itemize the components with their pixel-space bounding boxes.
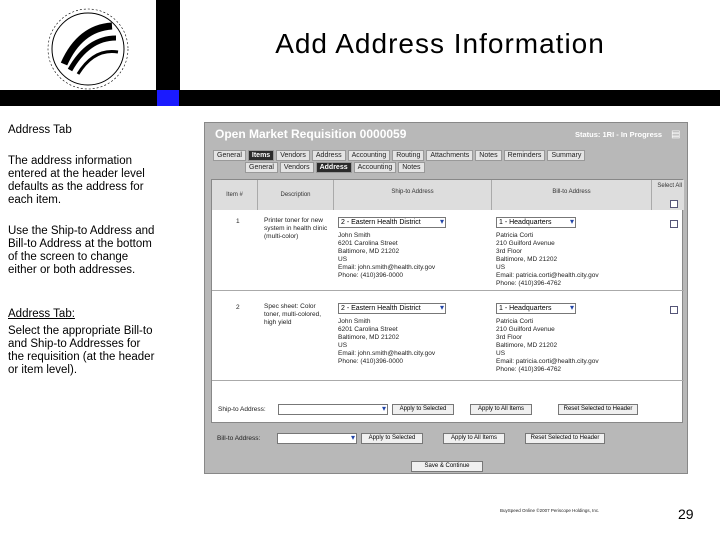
tab-accounting[interactable]: Accounting: [347, 150, 391, 161]
address-line: Baltimore, MD 21202: [496, 342, 558, 349]
col-ship-to: Ship-to Address: [334, 180, 492, 210]
footer-copyright: BuySpeed Online ©2007 Periscope Holdings…: [500, 508, 600, 513]
bill-reset-button[interactable]: Reset Selected to Header: [525, 433, 605, 444]
tab-reminders[interactable]: Reminders: [503, 150, 546, 161]
save-continue-button[interactable]: Save & Continue: [411, 461, 483, 472]
address-line: 210 Guilford Avenue: [496, 326, 555, 333]
address-line: Email: patricia.corti@health.city.gov: [496, 358, 599, 365]
ship-to-label: Ship-to Address:: [218, 406, 266, 413]
accent-square: [157, 90, 179, 106]
document-icon[interactable]: ▤: [671, 129, 680, 140]
col-item: Item #: [212, 180, 258, 210]
address-line: US: [338, 256, 348, 263]
address-line: US: [496, 350, 506, 357]
window-title: Open Market Requisition 0000059: [215, 127, 407, 141]
row-2-item: 2: [236, 304, 240, 311]
row-2-select-checkbox[interactable]: [670, 306, 678, 314]
select-all-checkbox[interactable]: [670, 200, 678, 208]
row-1-ship-select[interactable]: 2 - Eastern Health District: [338, 217, 446, 228]
address-line: John Smith: [338, 318, 371, 325]
ship-reset-button[interactable]: Reset Selected to Header: [558, 404, 638, 415]
address-line: 6201 Carolina Street: [338, 326, 398, 333]
row-1-bill-select[interactable]: 1 - Headquarters: [496, 217, 576, 228]
row-1-bill-address: Patricia Corti 210 Guilford Avenue 3rd Flo…: [496, 232, 650, 288]
address-line: 3rd Floor: [496, 248, 523, 255]
tab-address[interactable]: Address: [311, 150, 346, 161]
subtab-address[interactable]: Address: [315, 162, 352, 173]
address-line: Baltimore, MD 21202: [338, 334, 400, 341]
row-2-bill-select[interactable]: 1 - Headquarters: [496, 303, 576, 314]
address-line: 6201 Carolina Street: [338, 240, 398, 247]
sidebar-para-2: Use the Ship-to Address and Bill-to Addr…: [8, 225, 155, 276]
col-description: Description: [258, 180, 334, 210]
address-panel: Item # Description Ship-to Address Bill-…: [211, 179, 684, 423]
address-line: Phone: (410)396-4762: [496, 366, 562, 373]
address-line: Phone: (410)396-0000: [338, 358, 404, 365]
address-line: US: [338, 342, 348, 349]
address-line: US: [496, 264, 506, 271]
address-line: Email: patricia.corti@health.city.gov: [496, 272, 599, 279]
footer-divider: [212, 380, 684, 381]
address-line: 3rd Floor: [496, 334, 523, 341]
tab-items[interactable]: Items: [247, 150, 275, 161]
ship-apply-selected-button[interactable]: Apply to Selected: [392, 404, 454, 415]
address-line: Email: john.smith@health.city.gov: [338, 350, 436, 357]
main-tabs: General Items Vendors Address Accounting Rout…: [213, 150, 586, 161]
ship-apply-all-button[interactable]: Apply to All Items: [470, 404, 532, 415]
sub-tabs: General Vendors Address Accounting Notes: [245, 162, 425, 173]
bill-to-select[interactable]: [277, 433, 357, 444]
address-line: Patricia Corti: [496, 318, 534, 325]
row-1-item: 1: [236, 218, 240, 225]
address-line: Patricia Corti: [496, 232, 534, 239]
bill-apply-all-button[interactable]: Apply to All Items: [443, 433, 505, 444]
address-line: Baltimore, MD 21202: [496, 256, 558, 263]
tab-vendors[interactable]: Vendors: [276, 150, 310, 161]
col-bill-to: Bill-to Address: [492, 180, 652, 210]
address-line: 210 Guilford Avenue: [496, 240, 555, 247]
bill-to-label: Bill-to Address:: [217, 435, 261, 442]
airport-authority-logo: [47, 8, 129, 90]
row-2-description: Spec sheet: Color toner, multi-colored, …: [264, 303, 322, 326]
subtab-accounting[interactable]: Accounting: [353, 162, 397, 173]
sidebar-para-3: Select the appropriate Bill-to and Ship-…: [8, 325, 155, 376]
requisition-window: Open Market Requisition 0000059 Status: …: [204, 122, 688, 474]
subtab-vendors[interactable]: Vendors: [279, 162, 314, 173]
slide-title: Add Address Information: [275, 28, 605, 59]
address-line: Phone: (410)396-4762: [496, 280, 562, 287]
sidebar-heading: Address Tab: [8, 124, 72, 136]
address-line: Email: john.smith@health.city.gov: [338, 264, 436, 271]
subtab-notes[interactable]: Notes: [398, 162, 425, 173]
address-line: John Smith: [338, 232, 371, 239]
tab-notes[interactable]: Notes: [475, 150, 502, 161]
row-1-select-checkbox[interactable]: [670, 220, 678, 228]
status-label: Status: 1RI - In Progress: [575, 130, 663, 139]
sidebar-para-3-label: Address Tab:: [8, 308, 75, 320]
tab-routing[interactable]: Routing: [392, 150, 425, 161]
tab-attachments[interactable]: Attachments: [426, 150, 474, 161]
row-1-ship-address: John Smith 6201 Carolina Street Baltimore,…: [338, 232, 488, 280]
ship-to-select[interactable]: [278, 404, 388, 415]
address-line: Phone: (410)396-0000: [338, 272, 404, 279]
row-divider: [212, 290, 684, 291]
row-1-description: Printer toner for new system in health c…: [264, 217, 328, 240]
bill-apply-selected-button[interactable]: Apply to Selected: [361, 433, 423, 444]
page-number: 29: [678, 506, 694, 522]
row-2-ship-address: John Smith 6201 Carolina Street Baltimore,…: [338, 318, 488, 366]
tab-summary[interactable]: Summary: [547, 150, 586, 161]
sidebar-para-1: The address information entered at the h…: [8, 155, 145, 206]
row-2-bill-address: Patricia Corti 210 Guilford Avenue 3rd Flo…: [496, 318, 650, 374]
col-select-all: Select All: [652, 180, 684, 210]
tab-general[interactable]: General: [213, 150, 246, 161]
header-bar-vertical: [156, 0, 180, 92]
address-line: Baltimore, MD 21202: [338, 248, 400, 255]
header-bar-horizontal: [0, 90, 720, 106]
subtab-general[interactable]: General: [245, 162, 278, 173]
row-2-ship-select[interactable]: 2 - Eastern Health District: [338, 303, 446, 314]
